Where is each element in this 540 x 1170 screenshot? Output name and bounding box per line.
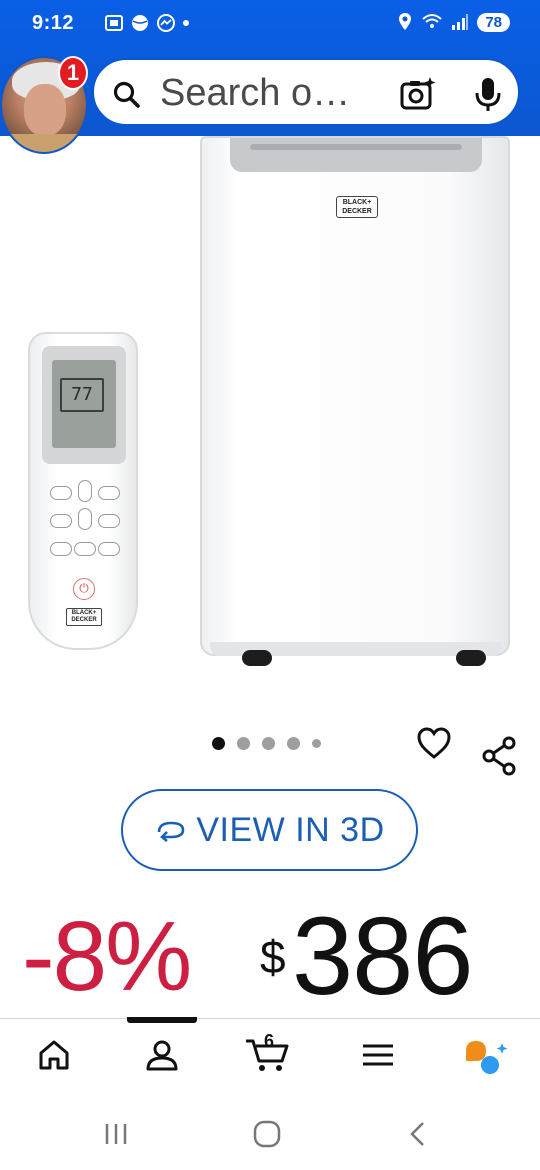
back-icon[interactable] [404,1120,432,1148]
messenger-icon [157,14,175,32]
screenshot-icon [105,15,123,31]
wifi-icon [422,14,442,28]
image-carousel-dots[interactable] [212,737,321,750]
carousel-dot[interactable] [237,737,250,750]
carousel-dot[interactable] [262,737,275,750]
search-bar[interactable]: Search o… [92,58,520,126]
price-currency: $ [260,931,286,983]
remote-control-image: 77 ⏻ BLACK+ DECKER [28,332,138,650]
ac-wheel-right [456,650,486,666]
remote-brand-logo: BLACK+ DECKER [66,608,102,626]
view-in-3d-label: VIEW IN 3D [196,810,385,849]
active-tab-indicator [127,1017,197,1023]
search-input[interactable]: Search o… [160,72,382,115]
heart-icon[interactable] [416,726,452,760]
page: 9:12 78 1 Search o… BLACK+ DECKER 77 ⏻ B… [0,0,540,1170]
ac-brand-logo: BLACK+ DECKER [336,196,378,218]
location-icon [399,13,412,30]
microphone-icon[interactable] [472,74,504,114]
dot-icon [183,20,189,26]
rufus-icon[interactable] [462,1037,510,1079]
remote-temperature: 77 [60,378,104,412]
home-icon[interactable] [36,1037,72,1073]
ac-wheel-left [242,650,272,666]
ball-icon [132,15,148,31]
cart-count: 6 [264,1031,275,1051]
account-icon[interactable] [144,1037,180,1073]
menu-icon[interactable] [360,1037,396,1073]
air-conditioner-image: BLACK+ DECKER [200,136,510,656]
status-icons-left [104,13,190,33]
view-in-3d-button[interactable]: VIEW IN 3D [121,789,418,871]
header: 9:12 78 1 Search o… [0,0,540,154]
ac-top-grill [230,138,482,172]
search-icon [113,81,140,108]
carousel-dot[interactable] [312,739,321,748]
status-bar: 9:12 78 [0,0,540,48]
cart-button[interactable]: 6 [244,1031,292,1073]
carousel-dot[interactable] [212,737,225,750]
price-amount: 386 [292,895,474,1018]
bottom-navigation: 6 [0,1017,540,1102]
notification-badge: 1 [58,56,88,90]
recent-apps-icon[interactable] [102,1120,130,1148]
system-navigation-bar [0,1102,540,1170]
camera-search-icon[interactable] [398,74,438,114]
home-button-icon[interactable] [252,1119,282,1149]
remote-display: 77 [52,360,116,448]
status-icons-right: 78 [397,12,510,32]
signal-icon [452,14,469,30]
share-icon[interactable] [480,736,518,776]
discount-percentage: -8% [22,901,192,1011]
remote-power-icon: ⏻ [73,578,95,600]
rotate-3d-icon [158,821,185,842]
product-image[interactable]: BLACK+ DECKER 77 ⏻ BLACK+ DECKER [0,136,540,696]
carousel-dot[interactable] [287,737,300,750]
battery-indicator: 78 [477,12,510,32]
status-time: 9:12 [32,12,75,34]
